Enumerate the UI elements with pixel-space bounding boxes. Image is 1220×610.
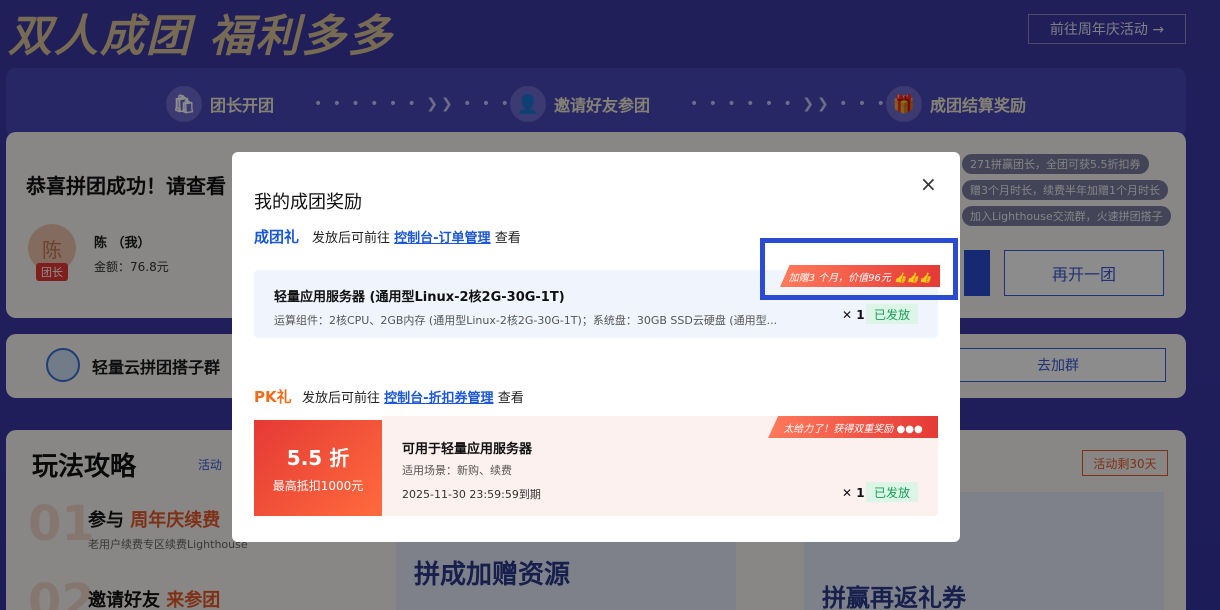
item-spec: 运算组件：2核CPU、2GB内存 (通用型Linux-2核2G-30G-1T)；…	[274, 314, 778, 327]
modal-title: 我的成团奖励	[254, 192, 362, 213]
discount-coupon: 5.5 折 最高抵扣1000元	[254, 420, 382, 516]
desc-suffix: 查看	[494, 231, 521, 246]
coupon-title: 可用于轻量应用服务器	[402, 442, 533, 457]
coupon-management-link[interactable]: 控制台-折扣券管理	[384, 391, 493, 406]
status-badge: 已发放	[866, 482, 919, 502]
highlight-box	[760, 238, 958, 300]
double-reward-ribbon: 太给力了！获得双重奖励 ●●●	[768, 416, 938, 438]
pk-gift-desc: 发放后可前往 控制台-折扣券管理 查看	[302, 387, 524, 406]
max-discount: 最高抵扣1000元	[272, 479, 364, 493]
desc-suffix: 查看	[497, 391, 524, 406]
discount-value: 5.5 折	[286, 446, 350, 470]
group-gift-desc: 发放后可前往 控制台-订单管理 查看	[312, 227, 521, 246]
item-quantity: ✕ 1	[842, 308, 865, 322]
order-management-link[interactable]: 控制台-订单管理	[394, 231, 490, 246]
close-icon[interactable]: ×	[920, 172, 937, 196]
status-badge: 已发放	[866, 304, 919, 324]
group-gift-label: 成团礼	[254, 228, 300, 246]
coupon-expiry: 2025-11-30 23:59:59到期	[402, 488, 541, 501]
coupon-scene: 适用场景：新购、续费	[402, 464, 512, 477]
coupon-quantity: ✕ 1	[842, 486, 865, 500]
reward-modal: 我的成团奖励 × 成团礼 发放后可前往 控制台-订单管理 查看 轻量应用服务器 …	[232, 152, 960, 542]
pk-gift-label: PK礼	[254, 388, 292, 406]
desc-prefix: 发放后可前往	[312, 231, 391, 246]
item-name: 轻量应用服务器 (通用型Linux-2核2G-30G-1T)	[274, 290, 565, 305]
desc-prefix: 发放后可前往	[302, 391, 381, 406]
